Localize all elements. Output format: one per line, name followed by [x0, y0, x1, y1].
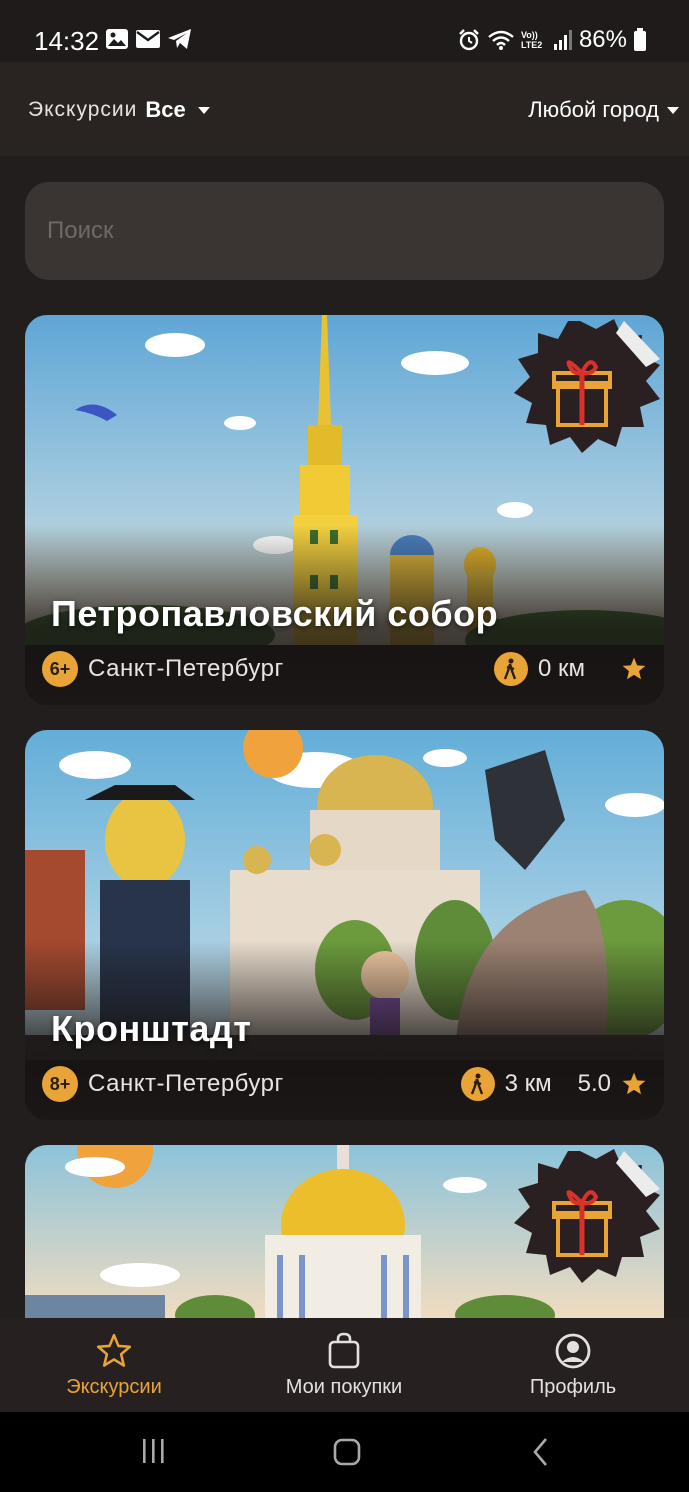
tour-city: Санкт-Петербург — [88, 1070, 284, 1097]
recent-apps-icon[interactable] — [140, 1436, 168, 1468]
chevron-down-icon — [667, 106, 679, 114]
nav-item-purchases[interactable]: Мои покупки — [244, 1318, 444, 1412]
tour-card[interactable] — [25, 1145, 664, 1318]
nav-label: Мои покупки — [285, 1375, 403, 1398]
tour-distance: 3 км — [504, 1070, 552, 1097]
tour-card[interactable]: Петропавловский собор 6+ Санкт-Петербург… — [25, 315, 664, 705]
alarm-icon — [459, 29, 479, 51]
tour-title: Кронштадт — [51, 1008, 252, 1049]
notification-icons — [105, 28, 193, 50]
chevron-down-icon — [197, 106, 210, 114]
wifi-icon — [488, 30, 514, 50]
signal-icon — [553, 30, 572, 50]
tours-filter[interactable]: Экскурсии Все — [28, 97, 210, 123]
telegram-icon — [168, 29, 191, 49]
profile-icon — [555, 1333, 591, 1368]
tours-filter-label: Экскурсии — [28, 98, 138, 121]
tour-distance: 0 км — [537, 655, 585, 682]
status-time: 14:32 — [34, 26, 100, 56]
tour-title: Петропавловский собор — [51, 593, 499, 634]
status-bar: 14:32 Vo)) LTE2 86% — [0, 0, 689, 62]
nav-label: Профиль — [529, 1375, 617, 1398]
battery-icon — [634, 28, 646, 51]
system-nav-bar — [0, 1412, 689, 1492]
gift-badge[interactable] — [484, 1145, 664, 1305]
age-badge: 6+ — [42, 651, 78, 687]
tour-meta: 8+ Санкт-Петербург 3 км 5.0 — [42, 1066, 647, 1102]
star-icon — [96, 1333, 132, 1367]
nav-label: Экскурсии — [66, 1375, 162, 1398]
bag-icon — [328, 1332, 360, 1368]
walking-icon — [460, 1067, 495, 1101]
gift-badge[interactable] — [484, 315, 664, 475]
nav-item-tours[interactable]: Экскурсии — [14, 1318, 214, 1412]
walking-icon — [493, 652, 528, 686]
home-icon[interactable] — [332, 1436, 362, 1468]
star-icon — [622, 1072, 646, 1095]
search-input[interactable] — [47, 217, 642, 245]
tour-card[interactable]: Кронштадт 8+ Санкт-Петербург 3 км 5.0 — [25, 730, 664, 1120]
mail-icon — [136, 30, 160, 48]
tour-city: Санкт-Петербург — [88, 655, 284, 682]
tour-rating: 5.0 — [577, 1070, 611, 1097]
age-badge: 8+ — [42, 1066, 78, 1102]
back-icon[interactable] — [530, 1436, 550, 1468]
nav-item-profile[interactable]: Профиль — [473, 1318, 673, 1412]
bottom-nav: Экскурсии Мои покупки Профиль — [0, 1318, 689, 1412]
city-filter[interactable]: Любой город — [528, 97, 679, 123]
top-bar: Экскурсии Все Любой город — [0, 62, 689, 156]
image-icon — [106, 29, 128, 49]
battery-percent: 86% — [578, 26, 627, 53]
star-icon — [622, 657, 646, 680]
city-filter-value: Любой город — [528, 97, 659, 122]
volte-icon: Vo)) LTE2 — [520, 30, 543, 50]
system-icons: Vo)) LTE2 86% — [457, 26, 647, 54]
search-box — [25, 182, 664, 280]
tour-meta: 6+ Санкт-Петербург 0 км — [42, 651, 647, 687]
tours-filter-value: Все — [145, 97, 186, 122]
